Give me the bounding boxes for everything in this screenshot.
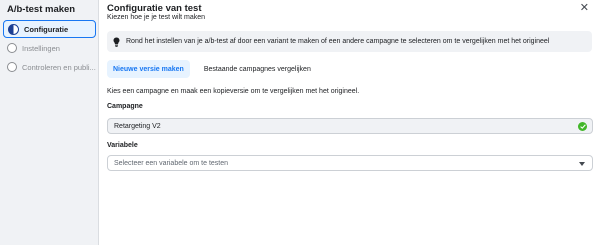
circle-icon (7, 62, 17, 72)
sidebar: A/b-test maken Configuratie Instellingen… (0, 0, 99, 245)
sidebar-title: A/b-test maken (7, 4, 76, 15)
page-title: Configuratie van test (107, 3, 202, 14)
main-panel: Configuratie van test Kiezen hoe je je t… (100, 0, 600, 245)
sidebar-step-label: Instellingen (22, 43, 60, 53)
lightbulb-icon (113, 37, 120, 47)
sidebar-step-label: Controleren en publi... (22, 62, 96, 72)
tab-bestaande-campagnes[interactable]: Bestaande campagnes vergelijken (198, 60, 317, 78)
variable-label: Variabele (107, 142, 138, 149)
tab-nieuwe-versie[interactable]: Nieuwe versie maken (107, 60, 190, 78)
variable-placeholder: Selecteer een variabele om te testen (114, 159, 229, 167)
check-circle-icon (578, 122, 587, 131)
variable-select[interactable]: Selecteer een variabele om te testen (107, 155, 593, 171)
campaign-field[interactable]: Retargeting V2 (107, 118, 593, 134)
campaign-value: Retargeting V2 (114, 122, 161, 130)
circle-icon (7, 43, 17, 53)
sidebar-step-controleren[interactable]: Controleren en publi... (3, 58, 96, 76)
sidebar-step-label: Configuratie (24, 24, 69, 34)
caret-down-icon (579, 162, 585, 166)
half-circle-icon (8, 23, 19, 35)
tabs: Nieuwe versie maken Bestaande campagnes … (107, 60, 317, 78)
close-icon[interactable]: ✕ (580, 1, 589, 14)
info-banner-text: Rond het instellen van je a/b-test af do… (126, 38, 550, 45)
sidebar-step-configuratie[interactable]: Configuratie (3, 20, 96, 38)
info-banner: Rond het instellen van je a/b-test af do… (107, 31, 592, 52)
description-text: Kies een campagne en maak een kopieversi… (107, 88, 360, 95)
campaign-label: Campagne (107, 103, 143, 110)
sidebar-step-instellingen[interactable]: Instellingen (3, 39, 96, 57)
page-subtitle: Kiezen hoe je je test wilt maken (107, 14, 206, 21)
